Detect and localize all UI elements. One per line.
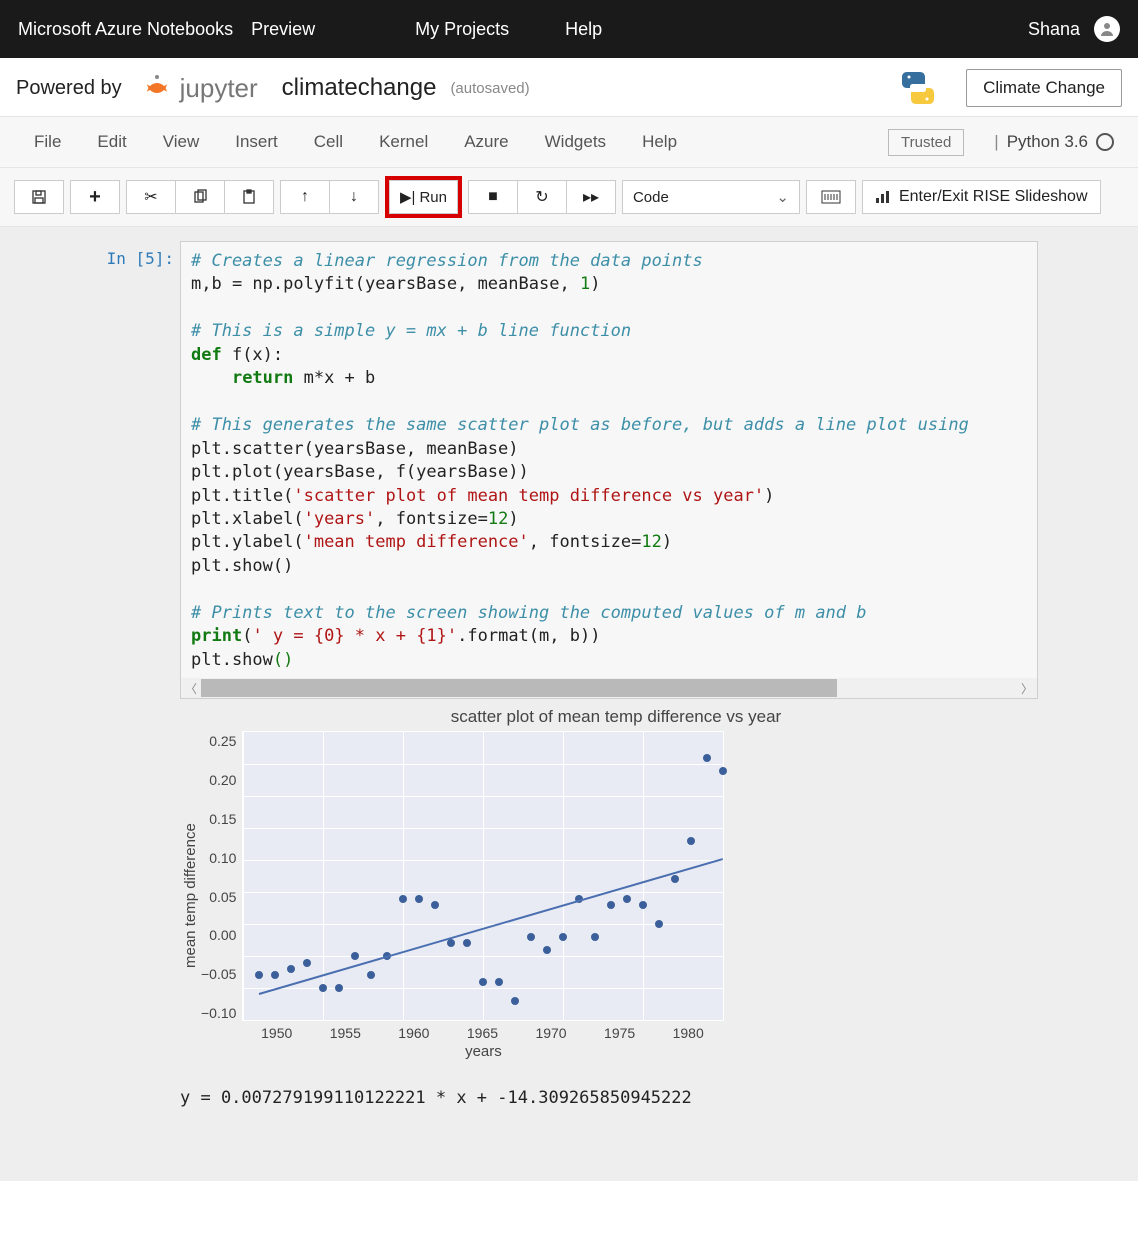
cell-input[interactable]: # Creates a linear regression from the d… — [180, 241, 1038, 699]
menu-kernel[interactable]: Kernel — [361, 126, 446, 158]
paste-button[interactable] — [225, 180, 274, 214]
trusted-badge[interactable]: Trusted — [888, 129, 964, 156]
user-area[interactable]: Shana — [1028, 16, 1120, 42]
autosaved-label: (autosaved) — [450, 80, 529, 97]
chart-yaxis: 0.250.200.150.100.050.00−0.05−0.10 — [201, 731, 242, 1023]
run-button[interactable]: ▶|Run — [389, 180, 458, 214]
topnav: My Projects Help — [415, 19, 1028, 40]
restart-button[interactable]: ↻ — [518, 180, 567, 214]
celltype-select[interactable]: Code ⌄ — [622, 180, 800, 214]
jupyter-logo[interactable]: jupyter — [142, 73, 258, 104]
nav-my-projects[interactable]: My Projects — [415, 19, 509, 40]
kernel-name-label: Python 3.6 — [1007, 132, 1088, 152]
scrollbar-thumb[interactable] — [201, 679, 837, 697]
menu-view[interactable]: View — [145, 126, 218, 158]
jupyter-header: Powered by jupyter climatechange (autosa… — [0, 58, 1138, 116]
move-up-button[interactable]: ↑ — [280, 180, 330, 214]
run-label: Run — [419, 189, 447, 206]
chart-xaxis: 1950195519601965197019751980 — [242, 1021, 722, 1041]
jupyter-text: jupyter — [180, 73, 258, 104]
menu-insert[interactable]: Insert — [217, 126, 296, 158]
toolbar: + ✂ ↑ ↓ ▶|Run ■ ↻ ▸▸ Code ⌄ Enter/Exit R… — [0, 168, 1138, 227]
preview-label[interactable]: Preview — [251, 19, 315, 40]
chart: mean temp difference 0.250.200.150.100.0… — [180, 731, 1052, 1060]
chart-title: scatter plot of mean temp difference vs … — [180, 707, 1052, 727]
interrupt-button[interactable]: ■ — [468, 180, 518, 214]
chart-xlabel: years — [242, 1043, 724, 1060]
avatar-icon[interactable] — [1094, 16, 1120, 42]
notebook-name[interactable]: climatechange — [282, 74, 437, 102]
horizontal-scrollbar[interactable]: 〈 〉 — [181, 678, 1037, 698]
scroll-left-icon[interactable]: 〈 — [181, 680, 201, 697]
command-palette-button[interactable] — [806, 180, 856, 214]
chart-ylabel: mean temp difference — [180, 731, 201, 1060]
azure-topbar: Microsoft Azure Notebooks Preview My Pro… — [0, 0, 1138, 58]
menu-widgets[interactable]: Widgets — [527, 126, 624, 158]
code-cell[interactable]: In [5]: # Creates a linear regression fr… — [14, 241, 1124, 699]
restart-run-all-button[interactable]: ▸▸ — [567, 180, 616, 214]
code-editor[interactable]: # Creates a linear regression from the d… — [181, 242, 1037, 678]
chevron-down-icon: ⌄ — [776, 188, 789, 206]
rise-button[interactable]: Enter/Exit RISE Slideshow — [862, 180, 1101, 214]
save-button[interactable] — [14, 180, 64, 214]
add-cell-button[interactable]: + — [70, 180, 120, 214]
rise-label: Enter/Exit RISE Slideshow — [899, 188, 1088, 206]
notebook-area: In [5]: # Creates a linear regression fr… — [0, 227, 1138, 1181]
menu-help[interactable]: Help — [624, 126, 695, 158]
celltype-value: Code — [633, 189, 669, 206]
stdout-text: y = 0.007279199110122221 * x + -14.30926… — [180, 1088, 1052, 1108]
powered-by-label: Powered by — [16, 77, 122, 100]
barchart-icon — [875, 190, 891, 204]
menu-edit[interactable]: Edit — [79, 126, 144, 158]
menu-file[interactable]: File — [16, 126, 79, 158]
brand-label: Microsoft Azure Notebooks — [18, 19, 233, 40]
menubar: File Edit View Insert Cell Kernel Azure … — [0, 116, 1138, 168]
kernel-badge[interactable]: Climate Change — [966, 69, 1122, 107]
menu-cell[interactable]: Cell — [296, 126, 361, 158]
run-button-highlight: ▶|Run — [385, 176, 462, 218]
cell-prompt: In [5]: — [94, 241, 180, 699]
cut-button[interactable]: ✂ — [126, 180, 176, 214]
menu-azure[interactable]: Azure — [446, 126, 526, 158]
copy-button[interactable] — [176, 180, 225, 214]
cell-output: scatter plot of mean temp difference vs … — [180, 707, 1052, 1108]
kernel-indicator[interactable]: | Python 3.6 — [994, 132, 1114, 152]
move-down-button[interactable]: ↓ — [330, 180, 379, 214]
python-logo-icon — [898, 68, 938, 108]
run-icon: ▶| — [400, 188, 415, 206]
nav-help[interactable]: Help — [565, 19, 602, 40]
user-name: Shana — [1028, 19, 1080, 40]
kernel-idle-icon — [1096, 133, 1114, 151]
scroll-right-icon[interactable]: 〉 — [1017, 680, 1037, 697]
chart-plot-area — [242, 731, 724, 1021]
